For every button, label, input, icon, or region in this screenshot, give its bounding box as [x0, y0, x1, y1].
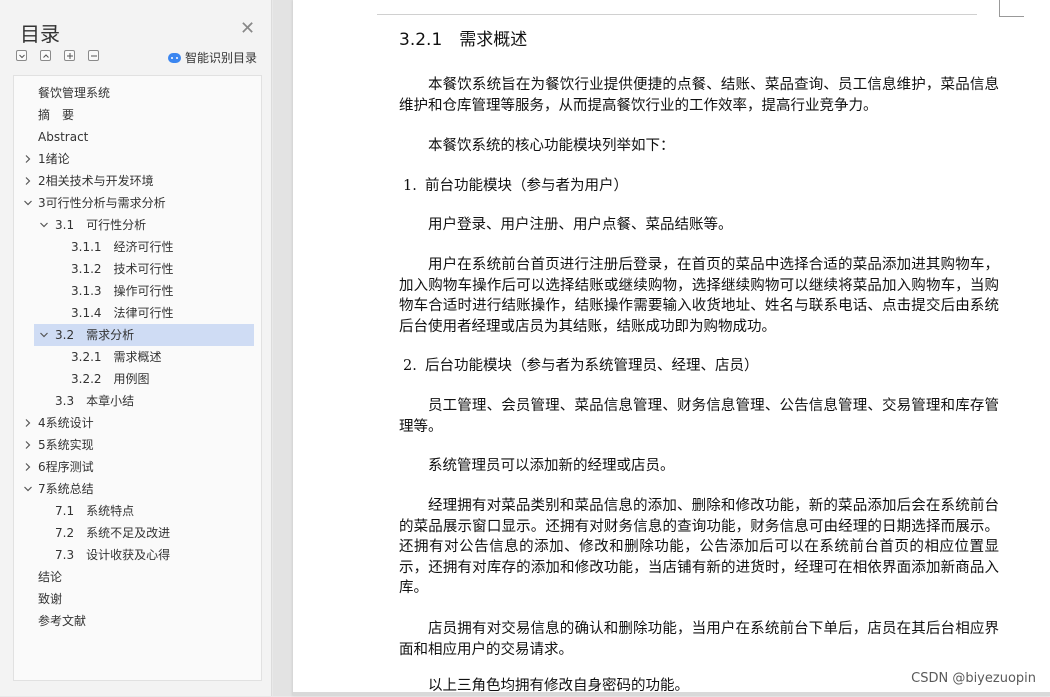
- paragraph: 系统管理员可以添加新的经理或店员。: [428, 458, 675, 474]
- toc-list: 餐饮管理系统摘 要 Abstract 1绪论 2相关技术与开发环境 3可行性分析与需求分…: [13, 75, 262, 681]
- toc-item-label: 4系统设计: [38, 416, 94, 430]
- toc-item[interactable]: 3.1 可行性分析: [14, 214, 261, 236]
- paragraph: 用户登录、用户注册、用户点餐、菜品结账等。: [428, 217, 733, 233]
- chevron-right-icon[interactable]: [24, 177, 32, 185]
- section-heading: 3.2.1 需求概述: [399, 30, 528, 50]
- list-item: 1. 前台功能模块（参与者为用户）: [403, 176, 628, 196]
- paragraph: 本餐饮系统旨在为餐饮行业提供便捷的点餐、结账、菜品查询、员工信息维护，菜品信息维…: [399, 77, 999, 114]
- paragraph: 用户在系统前台首页进行注册后登录，在首页的菜品中选择合适的菜品添加进其购物车，加…: [399, 257, 999, 335]
- toc-item[interactable]: 3.3 本章小结: [14, 390, 261, 412]
- toc-item-label: 摘 要: [38, 108, 75, 122]
- toc-item[interactable]: 3.2.1 需求概述: [14, 346, 261, 368]
- toc-item-label: 结论: [38, 570, 63, 584]
- chevron-right-icon[interactable]: [24, 155, 32, 163]
- document-page: 3.2.1 需求概述 本餐饮系统旨在为餐饮行业提供便捷的点餐、结账、菜品查询、员…: [293, 0, 1050, 696]
- chevron-right-icon[interactable]: [24, 441, 32, 449]
- toc-item[interactable]: 3.1.3 操作可行性: [14, 280, 261, 302]
- chevron-down-icon[interactable]: [40, 221, 48, 229]
- toc-item-label: 7.3 设计收获及心得: [55, 548, 171, 562]
- chevron-right-icon[interactable]: [24, 463, 32, 471]
- toc-item-label: 参考文献: [38, 614, 87, 628]
- toc-item-label: 6程序测试: [38, 460, 94, 474]
- add-heading-icon[interactable]: [64, 50, 75, 61]
- toc-item-label: 3.1.2 技术可行性: [71, 262, 174, 276]
- toc-item[interactable]: 7.3 设计收获及心得: [14, 544, 261, 566]
- toc-item[interactable]: 5系统实现: [14, 434, 261, 456]
- toc-item[interactable]: 7.1 系统特点: [14, 500, 261, 522]
- toc-item-label: 7.2 系统不足及改进: [55, 526, 171, 540]
- paragraph: 经理拥有对菜品类别和菜品信息的添加、删除和修改功能，新的菜品添加后会在系统前台的…: [399, 498, 999, 596]
- toc-item[interactable]: 7系统总结: [14, 478, 261, 500]
- smart-toc-button[interactable]: 智能识别目录: [168, 49, 257, 66]
- page-corner-mark: [999, 0, 1024, 17]
- toc-item-label: 2相关技术与开发环境: [38, 174, 154, 188]
- toc-item[interactable]: 3可行性分析与需求分析: [14, 192, 261, 214]
- toc-item-label: 3.2 需求分析: [55, 328, 135, 342]
- toc-item[interactable]: 餐饮管理系统: [14, 82, 261, 104]
- paragraph: 店员拥有对交易信息的确认和删除功能，当用户在系统前台下单后，店员在其后台相应界面…: [399, 621, 999, 658]
- toc-item[interactable]: 摘 要: [14, 104, 261, 126]
- horizontal-scrollbar[interactable]: [293, 692, 1050, 696]
- toc-item[interactable]: 致谢: [14, 588, 261, 610]
- toc-item-label: 7.1 系统特点: [55, 504, 135, 518]
- toc-item-label: 3.3 本章小结: [55, 394, 135, 408]
- toc-title: 目录: [20, 22, 60, 46]
- toc-item-label: 1绪论: [38, 152, 70, 166]
- toc-item[interactable]: Abstract: [14, 126, 261, 148]
- toc-panel: 目录 ✕ 智能识别目录 餐饮管理系统摘 要 Abstract 1绪论 2相关技术与开发…: [0, 0, 272, 696]
- page-top-rule: [377, 0, 977, 15]
- list-text: 前台功能模块（参与者为用户）: [425, 178, 628, 194]
- toc-item[interactable]: 2相关技术与开发环境: [14, 170, 261, 192]
- chevron-down-icon[interactable]: [24, 485, 32, 493]
- close-icon[interactable]: ✕: [240, 18, 255, 39]
- scroll-gutter: [273, 0, 293, 696]
- toc-item-label: 3.2.1 需求概述: [71, 350, 162, 364]
- chevron-down-icon[interactable]: [40, 331, 48, 339]
- toc-item-label: 致谢: [38, 592, 63, 606]
- toc-item[interactable]: 结论: [14, 566, 261, 588]
- toc-item[interactable]: 3.1.4 法律可行性: [14, 302, 261, 324]
- toc-item-label: 餐饮管理系统: [38, 86, 111, 100]
- toc-item[interactable]: 参考文献: [14, 610, 261, 632]
- chevron-right-icon[interactable]: [24, 419, 32, 427]
- toc-item-label: 3可行性分析与需求分析: [38, 196, 166, 210]
- toc-item-label: 5系统实现: [38, 438, 94, 452]
- toc-item[interactable]: 7.2 系统不足及改进: [14, 522, 261, 544]
- toc-item[interactable]: 6程序测试: [14, 456, 261, 478]
- toc-item[interactable]: 4系统设计: [14, 412, 261, 434]
- expand-all-icon[interactable]: [16, 50, 27, 61]
- toc-item-label: 3.1.1 经济可行性: [71, 240, 174, 254]
- toc-item-label: 3.1.3 操作可行性: [71, 284, 174, 298]
- toc-item-label: 3.2.2 用例图: [71, 372, 150, 386]
- list-item: 2. 后台功能模块（参与者为系统管理员、经理、店员）: [403, 356, 759, 376]
- smart-toc-label: 智能识别目录: [185, 51, 258, 65]
- toc-item[interactable]: 3.1.1 经济可行性: [14, 236, 261, 258]
- list-number: 2.: [403, 358, 417, 374]
- toc-item[interactable]: 3.1.2 技术可行性: [14, 258, 261, 280]
- toc-item-label: Abstract: [38, 130, 89, 144]
- toc-item[interactable]: 3.2 需求分析: [34, 324, 254, 346]
- toc-item-label: 3.1.4 法律可行性: [71, 306, 174, 320]
- chevron-down-icon[interactable]: [24, 199, 32, 207]
- toc-item-label: 3.1 可行性分析: [55, 218, 147, 232]
- paragraph: 员工管理、会员管理、菜品信息管理、财务信息管理、公告信息管理、交易管理和库存管理…: [399, 398, 999, 435]
- list-text: 后台功能模块（参与者为系统管理员、经理、店员）: [425, 358, 759, 374]
- toc-item[interactable]: 3.2.2 用例图: [14, 368, 261, 390]
- collapse-all-icon[interactable]: [40, 50, 51, 61]
- toc-item-label: 7系统总结: [38, 482, 94, 496]
- list-number: 1.: [403, 178, 417, 194]
- watermark: CSDN @biyezuopin: [911, 671, 1036, 686]
- ai-icon: [168, 53, 181, 63]
- remove-heading-icon[interactable]: [88, 50, 99, 61]
- paragraph: 本餐饮系统的核心功能模块列举如下：: [428, 138, 675, 154]
- toc-item[interactable]: 1绪论: [14, 148, 261, 170]
